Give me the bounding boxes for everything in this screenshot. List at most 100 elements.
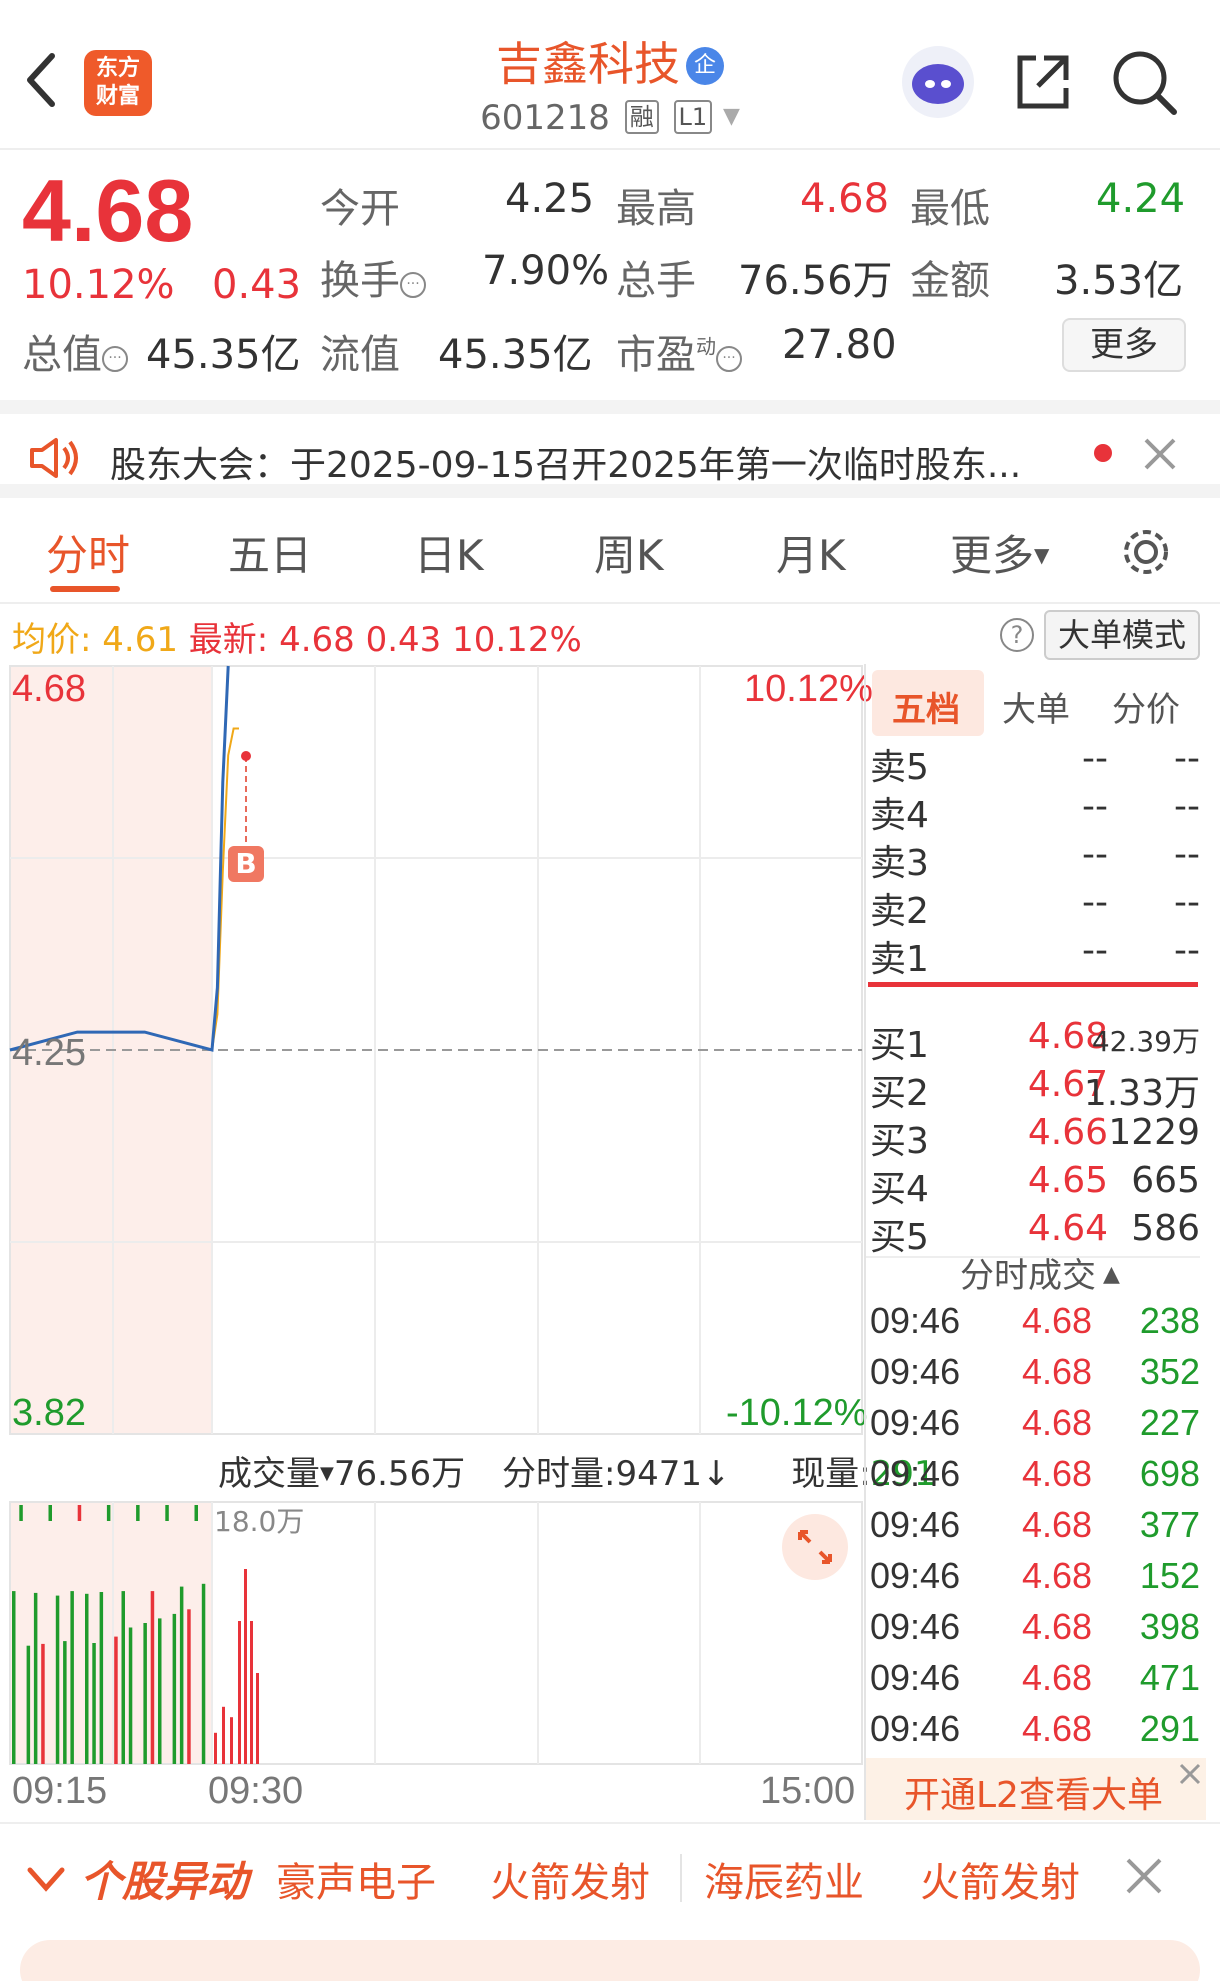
expand-chart-icon[interactable]: [780, 1512, 850, 1582]
volume-bar: [150, 1591, 155, 1764]
tab-big-orders[interactable]: 大单: [1002, 682, 1070, 731]
volume-bar: [77, 1505, 82, 1521]
time-start: 09:15: [12, 1770, 108, 1812]
l2-upgrade-banner[interactable]: 开通L2查看大单: [866, 1758, 1206, 1820]
y-axis-mid: 4.25: [12, 1032, 86, 1074]
volume-bar: [238, 1621, 241, 1764]
ask-row: 卖2 -- --: [870, 882, 1200, 932]
mktcap-label: 总值 ···: [22, 322, 128, 380]
stock-code: 601218: [480, 98, 610, 138]
volume-bar: [256, 1673, 259, 1764]
dropdown-arrow-icon: ▼: [1034, 543, 1050, 567]
volume-bar: [222, 1706, 225, 1764]
bid-row: 买3 4.66 1229: [870, 1112, 1200, 1162]
divider: [680, 1854, 682, 1902]
volume-bar: [201, 1583, 206, 1764]
volume-bar: [194, 1505, 198, 1521]
tab-daily-k[interactable]: 日K: [414, 522, 484, 583]
volume-bar: [244, 1569, 247, 1764]
top-header: 东方 财富 吉鑫科技企 601218 融 L1 ▼: [0, 0, 1220, 150]
intraday-chart[interactable]: [0, 664, 866, 1774]
volume-bar: [158, 1618, 162, 1764]
dropdown-arrow-icon[interactable]: ▼: [723, 104, 740, 129]
settings-gear-icon[interactable]: [1118, 524, 1174, 580]
high-label: 最高: [616, 186, 696, 232]
volume-bar: [230, 1717, 233, 1764]
tab-weekly-k[interactable]: 周K: [594, 522, 664, 583]
tab-five-level[interactable]: 五档: [892, 682, 960, 731]
volume-header: 成交量▼76.56万 分时量:9471↓ 现量:291: [218, 1446, 936, 1495]
tab-active-indicator: [50, 586, 120, 592]
tab-five-day[interactable]: 五日: [228, 522, 312, 583]
tab-price-distribution[interactable]: 分价: [1112, 682, 1180, 731]
volume-bar: [99, 1592, 104, 1764]
volume-bar: [92, 1643, 96, 1764]
help-icon[interactable]: ?: [1000, 618, 1034, 652]
tab-monthly-k[interactable]: 月K: [776, 522, 846, 583]
alert-label: 个股异动: [80, 1857, 249, 1906]
latest-change-pct: 10.12%: [452, 620, 582, 660]
volume-selector[interactable]: 成交量▼: [218, 1454, 334, 1494]
volume-bar: [187, 1609, 191, 1764]
bid-row: 买1 4.68 42.39万: [870, 1016, 1200, 1066]
tick-volume: 分时量:9471↓: [502, 1454, 731, 1494]
close-icon[interactable]: [1178, 1762, 1202, 1786]
bid-row: 买2 4.67 1.33万: [870, 1064, 1200, 1114]
level-tag: L1: [673, 100, 713, 134]
alert-item[interactable]: 豪声电子: [276, 1850, 436, 1908]
tab-more[interactable]: 更多▼: [950, 522, 1049, 583]
volume-bar: [26, 1645, 31, 1764]
chevron-down-icon[interactable]: [26, 1864, 66, 1894]
high-value: 4.68: [800, 176, 890, 222]
info-icon[interactable]: ···: [716, 346, 742, 372]
ask-bid-divider: [868, 982, 1198, 987]
divider: [0, 602, 1220, 604]
l2-banner-text: 开通L2查看大单: [904, 1775, 1163, 1816]
volume-bar: [106, 1505, 111, 1521]
change-percent: 10.12%: [22, 262, 175, 308]
volume-total: 76.56万: [333, 1454, 466, 1494]
alert-item[interactable]: 海辰药业: [704, 1850, 864, 1908]
pct-axis-bottom: -10.12%: [726, 1392, 868, 1434]
y-axis-bottom: 3.82: [12, 1392, 86, 1434]
caret-up-icon: ▲: [1096, 1262, 1120, 1287]
speaker-icon: [30, 438, 78, 478]
float-label: 流值: [320, 332, 400, 378]
close-icon[interactable]: [1124, 1856, 1164, 1896]
big-order-mode-button[interactable]: 大单模式: [1044, 610, 1200, 660]
alert-item[interactable]: 火箭发射: [920, 1850, 1080, 1908]
amount-value: 3.53亿: [1054, 258, 1184, 304]
stock-alert-bar: 个股异动 豪声电子 火箭发射 海辰药业 火箭发射: [0, 1822, 1220, 1932]
close-icon[interactable]: [1142, 436, 1178, 472]
volume-bar: [55, 1595, 60, 1764]
buy-marker[interactable]: B: [228, 846, 264, 882]
volume-bar: [172, 1613, 177, 1764]
trades-header[interactable]: 分时成交 ▲: [960, 1248, 1120, 1297]
ask-row: 卖1 -- --: [870, 930, 1200, 980]
notice-bar[interactable]: 股东大会：于2025-09-15召开2025年第一次临时股东...: [0, 400, 1220, 498]
low-value: 4.24: [1096, 176, 1186, 222]
info-icon[interactable]: ···: [400, 272, 426, 298]
info-icon[interactable]: ···: [102, 346, 128, 372]
pe-label: 市盈动 ···: [616, 322, 742, 380]
amount-label: 金额: [910, 258, 990, 304]
search-icon[interactable]: [1110, 48, 1180, 118]
share-icon[interactable]: [1010, 50, 1074, 114]
volume-bar: [12, 1591, 16, 1764]
turnover-value: 7.90%: [482, 248, 610, 294]
volume-bar: [48, 1505, 52, 1521]
change-amount: 0.43: [212, 262, 302, 308]
ask-row: 卖5 -- --: [870, 738, 1200, 788]
volume-bar: [114, 1636, 118, 1764]
volume-bar: [121, 1591, 125, 1764]
bottom-action-bar[interactable]: [20, 1940, 1200, 1981]
more-button[interactable]: 更多: [1062, 318, 1186, 372]
tab-intraday[interactable]: 分时: [46, 522, 130, 583]
avg-label: 均价:: [12, 620, 92, 660]
robot-assistant-icon[interactable]: [900, 44, 976, 120]
latest-label: 最新:: [188, 620, 269, 660]
ask-row: 卖4 -- --: [870, 786, 1200, 836]
volume-bar: [85, 1593, 89, 1764]
notice-text: 股东大会：于2025-09-15召开2025年第一次临时股东...: [110, 445, 1022, 486]
alert-item[interactable]: 火箭发射: [490, 1850, 650, 1908]
